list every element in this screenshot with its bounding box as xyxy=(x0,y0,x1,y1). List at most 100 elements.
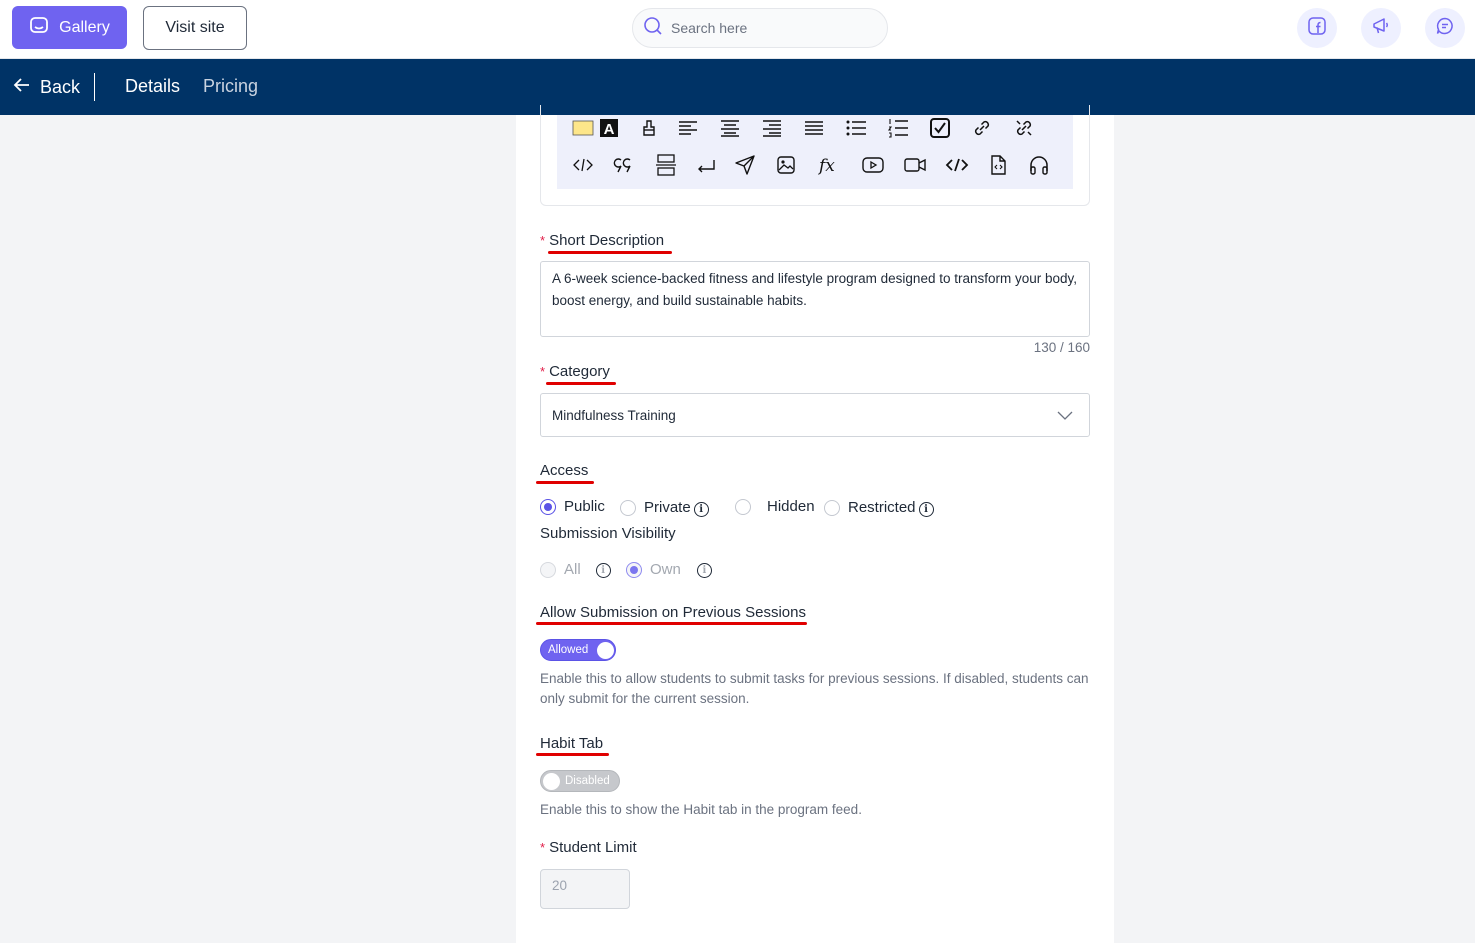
required-marker: * xyxy=(540,364,546,379)
annotation-underline xyxy=(536,622,807,625)
short-description-textarea[interactable]: A 6-week science-backed fitness and life… xyxy=(540,261,1090,337)
video-icon[interactable] xyxy=(902,152,928,178)
youtube-icon[interactable] xyxy=(860,152,886,178)
editor-toolbar: A fx xyxy=(557,115,1073,189)
facebook-icon xyxy=(1307,16,1327,41)
access-option-restricted[interactable]: Restricted i xyxy=(824,498,934,517)
radio-button[interactable] xyxy=(735,498,751,515)
arrow-left-icon xyxy=(12,75,32,100)
file-code-icon[interactable] xyxy=(985,152,1011,178)
align-right-icon[interactable] xyxy=(759,115,785,141)
search-icon xyxy=(643,16,663,41)
send-icon[interactable] xyxy=(732,152,758,178)
annotation-underline xyxy=(536,753,609,756)
gallery-label: Gallery xyxy=(59,18,110,36)
student-limit-label-text: Student Limit xyxy=(549,839,637,856)
line-break-icon[interactable] xyxy=(694,152,720,178)
radio-button[interactable] xyxy=(626,561,642,578)
access-option-private[interactable]: Private i xyxy=(620,498,709,517)
font-color-icon[interactable]: A xyxy=(596,115,622,141)
page-break-icon[interactable] xyxy=(653,152,679,178)
allow-previous-label: Allow Submission on Previous Sessions xyxy=(540,604,806,621)
visibility-option-label: Own xyxy=(650,561,681,578)
submission-visibility-label: Submission Visibility xyxy=(540,525,676,542)
info-icon[interactable]: i xyxy=(693,502,709,517)
back-label: Back xyxy=(40,77,81,97)
details-form-panel: A fx * Short Description A 6-week scienc… xyxy=(516,105,1114,943)
info-icon[interactable]: i xyxy=(696,563,712,578)
annotation-underline xyxy=(536,481,594,484)
info-icon[interactable]: i xyxy=(595,563,611,578)
info-icon[interactable]: i xyxy=(918,502,934,517)
access-option-label: Hidden xyxy=(767,498,815,515)
link-icon[interactable] xyxy=(969,115,995,141)
visibility-option-own[interactable]: Own i xyxy=(626,561,712,578)
svg-text:fx: fx xyxy=(817,156,835,176)
tab-pricing[interactable]: Pricing xyxy=(203,76,258,97)
align-justify-icon[interactable] xyxy=(801,115,827,141)
short-description-label-text: Short Description xyxy=(549,232,665,249)
access-option-hidden[interactable]: Hidden xyxy=(735,498,815,515)
formula-icon[interactable]: fx xyxy=(816,152,842,178)
habit-tab-label: Habit Tab xyxy=(540,735,604,752)
student-limit-label: * Student Limit xyxy=(540,839,637,856)
annotation-underline xyxy=(546,382,616,385)
search-input[interactable] xyxy=(671,20,871,36)
search-box[interactable] xyxy=(632,8,888,48)
toggle-text: Disabled xyxy=(565,775,610,787)
chat-button[interactable] xyxy=(1425,8,1465,48)
short-description-label: * Short Description xyxy=(540,232,664,249)
chat-icon xyxy=(1435,16,1455,41)
megaphone-icon xyxy=(1371,16,1391,41)
character-counter: 130 / 160 xyxy=(1033,340,1090,355)
category-label-text: Category xyxy=(549,363,610,380)
highlight-color-icon[interactable] xyxy=(570,115,596,141)
access-label: Access xyxy=(540,462,589,479)
checklist-icon[interactable] xyxy=(927,115,953,141)
back-button[interactable]: Back xyxy=(12,75,80,100)
code-icon[interactable] xyxy=(570,152,596,178)
allow-previous-toggle[interactable]: Allowed xyxy=(540,639,616,661)
habit-tab-toggle[interactable]: Disabled xyxy=(540,770,620,792)
blockquote-icon[interactable] xyxy=(611,152,637,178)
radio-button[interactable] xyxy=(540,498,556,515)
announcement-button[interactable] xyxy=(1361,8,1401,48)
visit-site-button[interactable]: Visit site xyxy=(143,6,247,50)
access-option-public[interactable]: Public xyxy=(540,498,605,515)
clear-format-icon[interactable] xyxy=(636,115,662,141)
audio-icon[interactable] xyxy=(1026,152,1052,178)
align-center-icon[interactable] xyxy=(717,115,743,141)
category-label: * Category xyxy=(540,363,610,380)
unlink-icon[interactable] xyxy=(1011,115,1037,141)
numbered-list-icon[interactable] xyxy=(885,115,911,141)
toggle-text: Allowed xyxy=(548,644,589,656)
image-icon[interactable] xyxy=(773,152,799,178)
facebook-button[interactable] xyxy=(1297,8,1337,48)
tab-details[interactable]: Details xyxy=(125,76,180,97)
radio-button[interactable] xyxy=(824,499,840,516)
access-option-label: Restricted xyxy=(848,499,916,516)
toggle-knob xyxy=(543,773,560,790)
nav-divider xyxy=(94,73,95,101)
radio-button[interactable] xyxy=(620,499,636,516)
toggle-knob xyxy=(597,642,614,659)
required-marker: * xyxy=(540,233,546,248)
gallery-button[interactable]: Gallery xyxy=(12,6,127,49)
access-option-label: Public xyxy=(564,498,605,515)
description-editor: A fx xyxy=(540,105,1090,206)
student-limit-input[interactable]: 20 xyxy=(540,869,630,909)
gallery-icon xyxy=(29,15,49,40)
visibility-option-all[interactable]: All i xyxy=(540,561,611,578)
allow-previous-help-text: Enable this to allow students to submit … xyxy=(540,671,1089,706)
access-option-label: Private xyxy=(644,499,691,516)
radio-button[interactable] xyxy=(540,561,556,578)
embed-code-icon[interactable] xyxy=(944,152,970,178)
bullet-list-icon[interactable] xyxy=(843,115,869,141)
habit-tab-help-text: Enable this to show the Habit tab in the… xyxy=(540,802,862,817)
category-value: Mindfulness Training xyxy=(552,407,676,423)
svg-text:A: A xyxy=(604,121,615,138)
visibility-option-label: All xyxy=(564,561,581,578)
align-left-icon[interactable] xyxy=(675,115,701,141)
required-marker: * xyxy=(540,840,546,855)
category-select[interactable]: Mindfulness Training xyxy=(540,393,1090,437)
